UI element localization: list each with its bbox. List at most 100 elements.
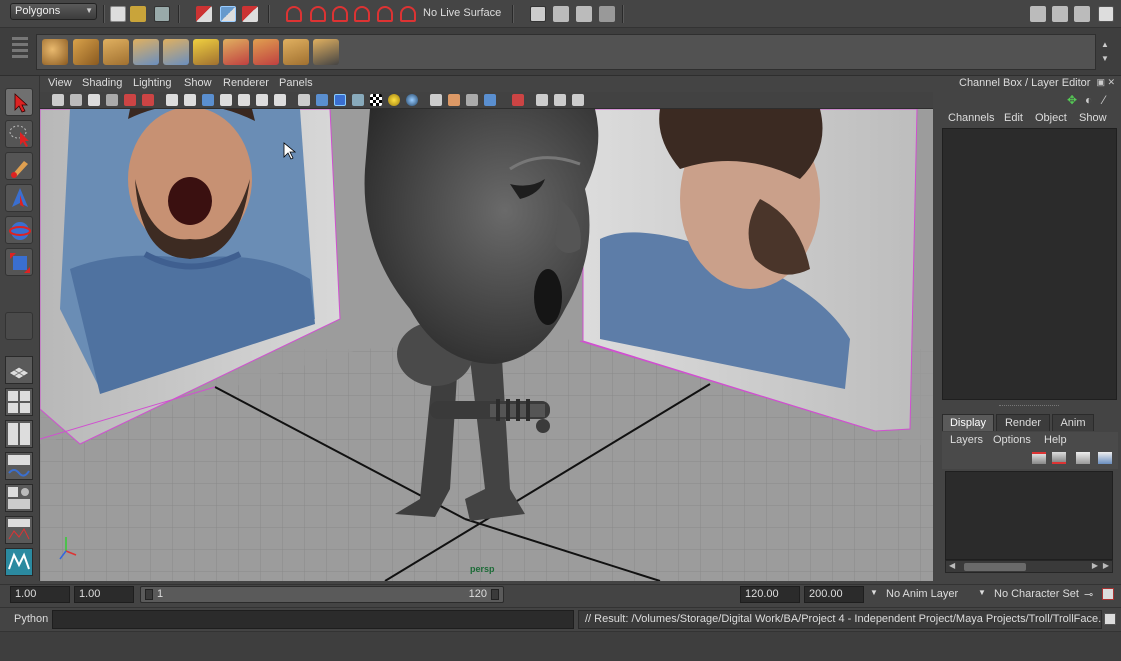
make-live-icon[interactable] bbox=[400, 6, 416, 22]
menu-edit[interactable]: Edit bbox=[1004, 112, 1023, 124]
tab-display[interactable]: Display bbox=[942, 414, 994, 431]
render-current-frame-icon[interactable] bbox=[553, 6, 569, 22]
scroll-down-icon[interactable]: ▼ bbox=[1098, 52, 1112, 66]
xray-joints-icon[interactable] bbox=[448, 94, 460, 106]
gate-mask-icon[interactable] bbox=[220, 94, 232, 106]
shadows-icon[interactable] bbox=[406, 94, 418, 106]
persp-graph-layout-button[interactable] bbox=[5, 452, 33, 480]
end-time-field[interactable]: 200.00 bbox=[804, 586, 864, 603]
select-hierarchy-icon[interactable] bbox=[196, 6, 212, 22]
textured-icon[interactable] bbox=[352, 94, 364, 106]
safe-title-icon[interactable] bbox=[274, 94, 286, 106]
scroll-up-icon[interactable]: ▲ bbox=[1098, 38, 1112, 52]
multisample-icon[interactable] bbox=[554, 94, 566, 106]
poly-plane-icon[interactable] bbox=[103, 39, 129, 65]
menu-help[interactable]: Help bbox=[1044, 434, 1067, 446]
snap-view-plane-icon[interactable] bbox=[354, 6, 370, 22]
extrude-icon[interactable] bbox=[193, 39, 219, 65]
close-icon[interactable]: ▣ ✕ bbox=[1096, 77, 1115, 88]
shelf-menu-handle[interactable] bbox=[10, 34, 30, 70]
2d-pan-zoom-icon[interactable] bbox=[106, 94, 118, 106]
outliner-icon[interactable] bbox=[1074, 6, 1090, 22]
camera-attributes-icon[interactable] bbox=[52, 94, 64, 106]
ambient-occlusion-icon[interactable] bbox=[572, 94, 584, 106]
film-gate-icon[interactable] bbox=[184, 94, 196, 106]
tab-render[interactable]: Render bbox=[996, 414, 1050, 431]
command-input[interactable] bbox=[52, 610, 574, 629]
range-end-handle[interactable] bbox=[491, 589, 499, 600]
checker-icon[interactable] bbox=[370, 94, 382, 106]
move-layer-down-icon[interactable] bbox=[1052, 452, 1066, 464]
resolution-gate-icon[interactable] bbox=[202, 94, 214, 106]
character-set-dropdown[interactable]: No Character Set bbox=[994, 588, 1079, 600]
select-object-icon[interactable] bbox=[220, 6, 236, 22]
grease-pencil-icon[interactable] bbox=[124, 94, 136, 106]
shelf-scroll[interactable]: ▲ ▼ bbox=[1098, 38, 1112, 66]
new-layer-selected-icon[interactable] bbox=[1098, 452, 1112, 464]
menu-layers[interactable]: Layers bbox=[950, 434, 983, 446]
range-slider[interactable]: 1 120 bbox=[140, 586, 504, 603]
tab-anim[interactable]: Anim bbox=[1052, 414, 1094, 431]
scale-tool-button[interactable] bbox=[5, 248, 33, 276]
snap-point-icon[interactable] bbox=[332, 6, 348, 22]
open-scene-icon[interactable] bbox=[130, 6, 146, 22]
camera-lock-icon[interactable] bbox=[142, 94, 154, 106]
command-language-label[interactable]: Python bbox=[14, 613, 48, 625]
xray-icon[interactable] bbox=[430, 94, 442, 106]
attribute-editor-icon[interactable] bbox=[1030, 6, 1046, 22]
start-time-field[interactable]: 1.00 bbox=[10, 586, 70, 603]
render-settings-icon[interactable] bbox=[599, 6, 615, 22]
snap-curve-icon[interactable] bbox=[310, 6, 326, 22]
menu-channels[interactable]: Channels bbox=[948, 112, 994, 124]
persp-outliner-layout-button[interactable] bbox=[5, 420, 33, 448]
chevron-down-icon[interactable]: ▼ bbox=[870, 588, 878, 597]
grid-toggle-icon[interactable] bbox=[166, 94, 178, 106]
paint-select-tool-button[interactable] bbox=[5, 152, 33, 180]
high-quality-icon[interactable] bbox=[536, 94, 548, 106]
channel-box-body[interactable] bbox=[942, 128, 1117, 400]
menu-show[interactable]: Show bbox=[1079, 112, 1107, 124]
ipr-render-icon[interactable] bbox=[576, 6, 592, 22]
layer-list[interactable] bbox=[945, 471, 1113, 560]
field-chart-icon[interactable] bbox=[238, 94, 250, 106]
scroll-left-icon[interactable]: ◀ bbox=[949, 561, 955, 570]
menu-shading[interactable]: Shading bbox=[82, 77, 122, 89]
persp-trax-layout-button[interactable] bbox=[5, 516, 33, 544]
move-layer-up-icon[interactable] bbox=[1032, 452, 1046, 464]
menu-object[interactable]: Object bbox=[1035, 112, 1067, 124]
anim-layer-dropdown[interactable]: No Anim Layer bbox=[886, 588, 958, 600]
select-component-icon[interactable] bbox=[242, 6, 258, 22]
manipulator-icon[interactable]: ✥ bbox=[1067, 93, 1077, 107]
merge-icon[interactable] bbox=[313, 39, 339, 65]
key-icon[interactable]: ⊸ bbox=[1084, 588, 1093, 601]
four-view-layout-button[interactable] bbox=[5, 388, 33, 416]
menu-show[interactable]: Show bbox=[184, 77, 212, 89]
channel-box-icon[interactable] bbox=[1098, 6, 1114, 22]
single-perspective-layout-button[interactable] bbox=[5, 356, 33, 384]
chevron-down-icon[interactable]: ▼ bbox=[978, 588, 986, 597]
poly-sphere-icon[interactable] bbox=[42, 39, 68, 65]
pick-icon[interactable]: ⁄ bbox=[1103, 93, 1105, 107]
last-tool-button[interactable] bbox=[5, 312, 33, 340]
hypershade-layout-button[interactable] bbox=[5, 484, 33, 512]
menu-view[interactable]: View bbox=[48, 77, 72, 89]
viewport-persp[interactable] bbox=[40, 109, 933, 581]
layer-list-scrollbar[interactable]: ◀ ▶ ▶ bbox=[945, 560, 1113, 573]
insert-edge-loop-icon[interactable] bbox=[283, 39, 309, 65]
bookmarks-icon[interactable] bbox=[70, 94, 82, 106]
backface-culling-icon[interactable] bbox=[484, 94, 496, 106]
wireframe-on-shaded-icon[interactable] bbox=[334, 94, 346, 106]
scroll-end-icon[interactable]: ▶ bbox=[1103, 561, 1109, 570]
menu-lighting[interactable]: Lighting bbox=[133, 77, 172, 89]
render-view-icon[interactable] bbox=[530, 6, 546, 22]
safe-action-icon[interactable] bbox=[256, 94, 268, 106]
snap-live-icon[interactable] bbox=[377, 6, 393, 22]
combine-icon[interactable] bbox=[133, 39, 159, 65]
isolate-select-icon[interactable] bbox=[512, 94, 524, 106]
use-all-lights-icon[interactable] bbox=[388, 94, 400, 106]
playback-end-field[interactable]: 120.00 bbox=[740, 586, 800, 603]
range-start-handle[interactable] bbox=[145, 589, 153, 600]
playback-start-field[interactable]: 1.00 bbox=[74, 586, 134, 603]
script-editor-icon[interactable] bbox=[1104, 613, 1116, 625]
panel-splitter[interactable] bbox=[937, 402, 1121, 410]
